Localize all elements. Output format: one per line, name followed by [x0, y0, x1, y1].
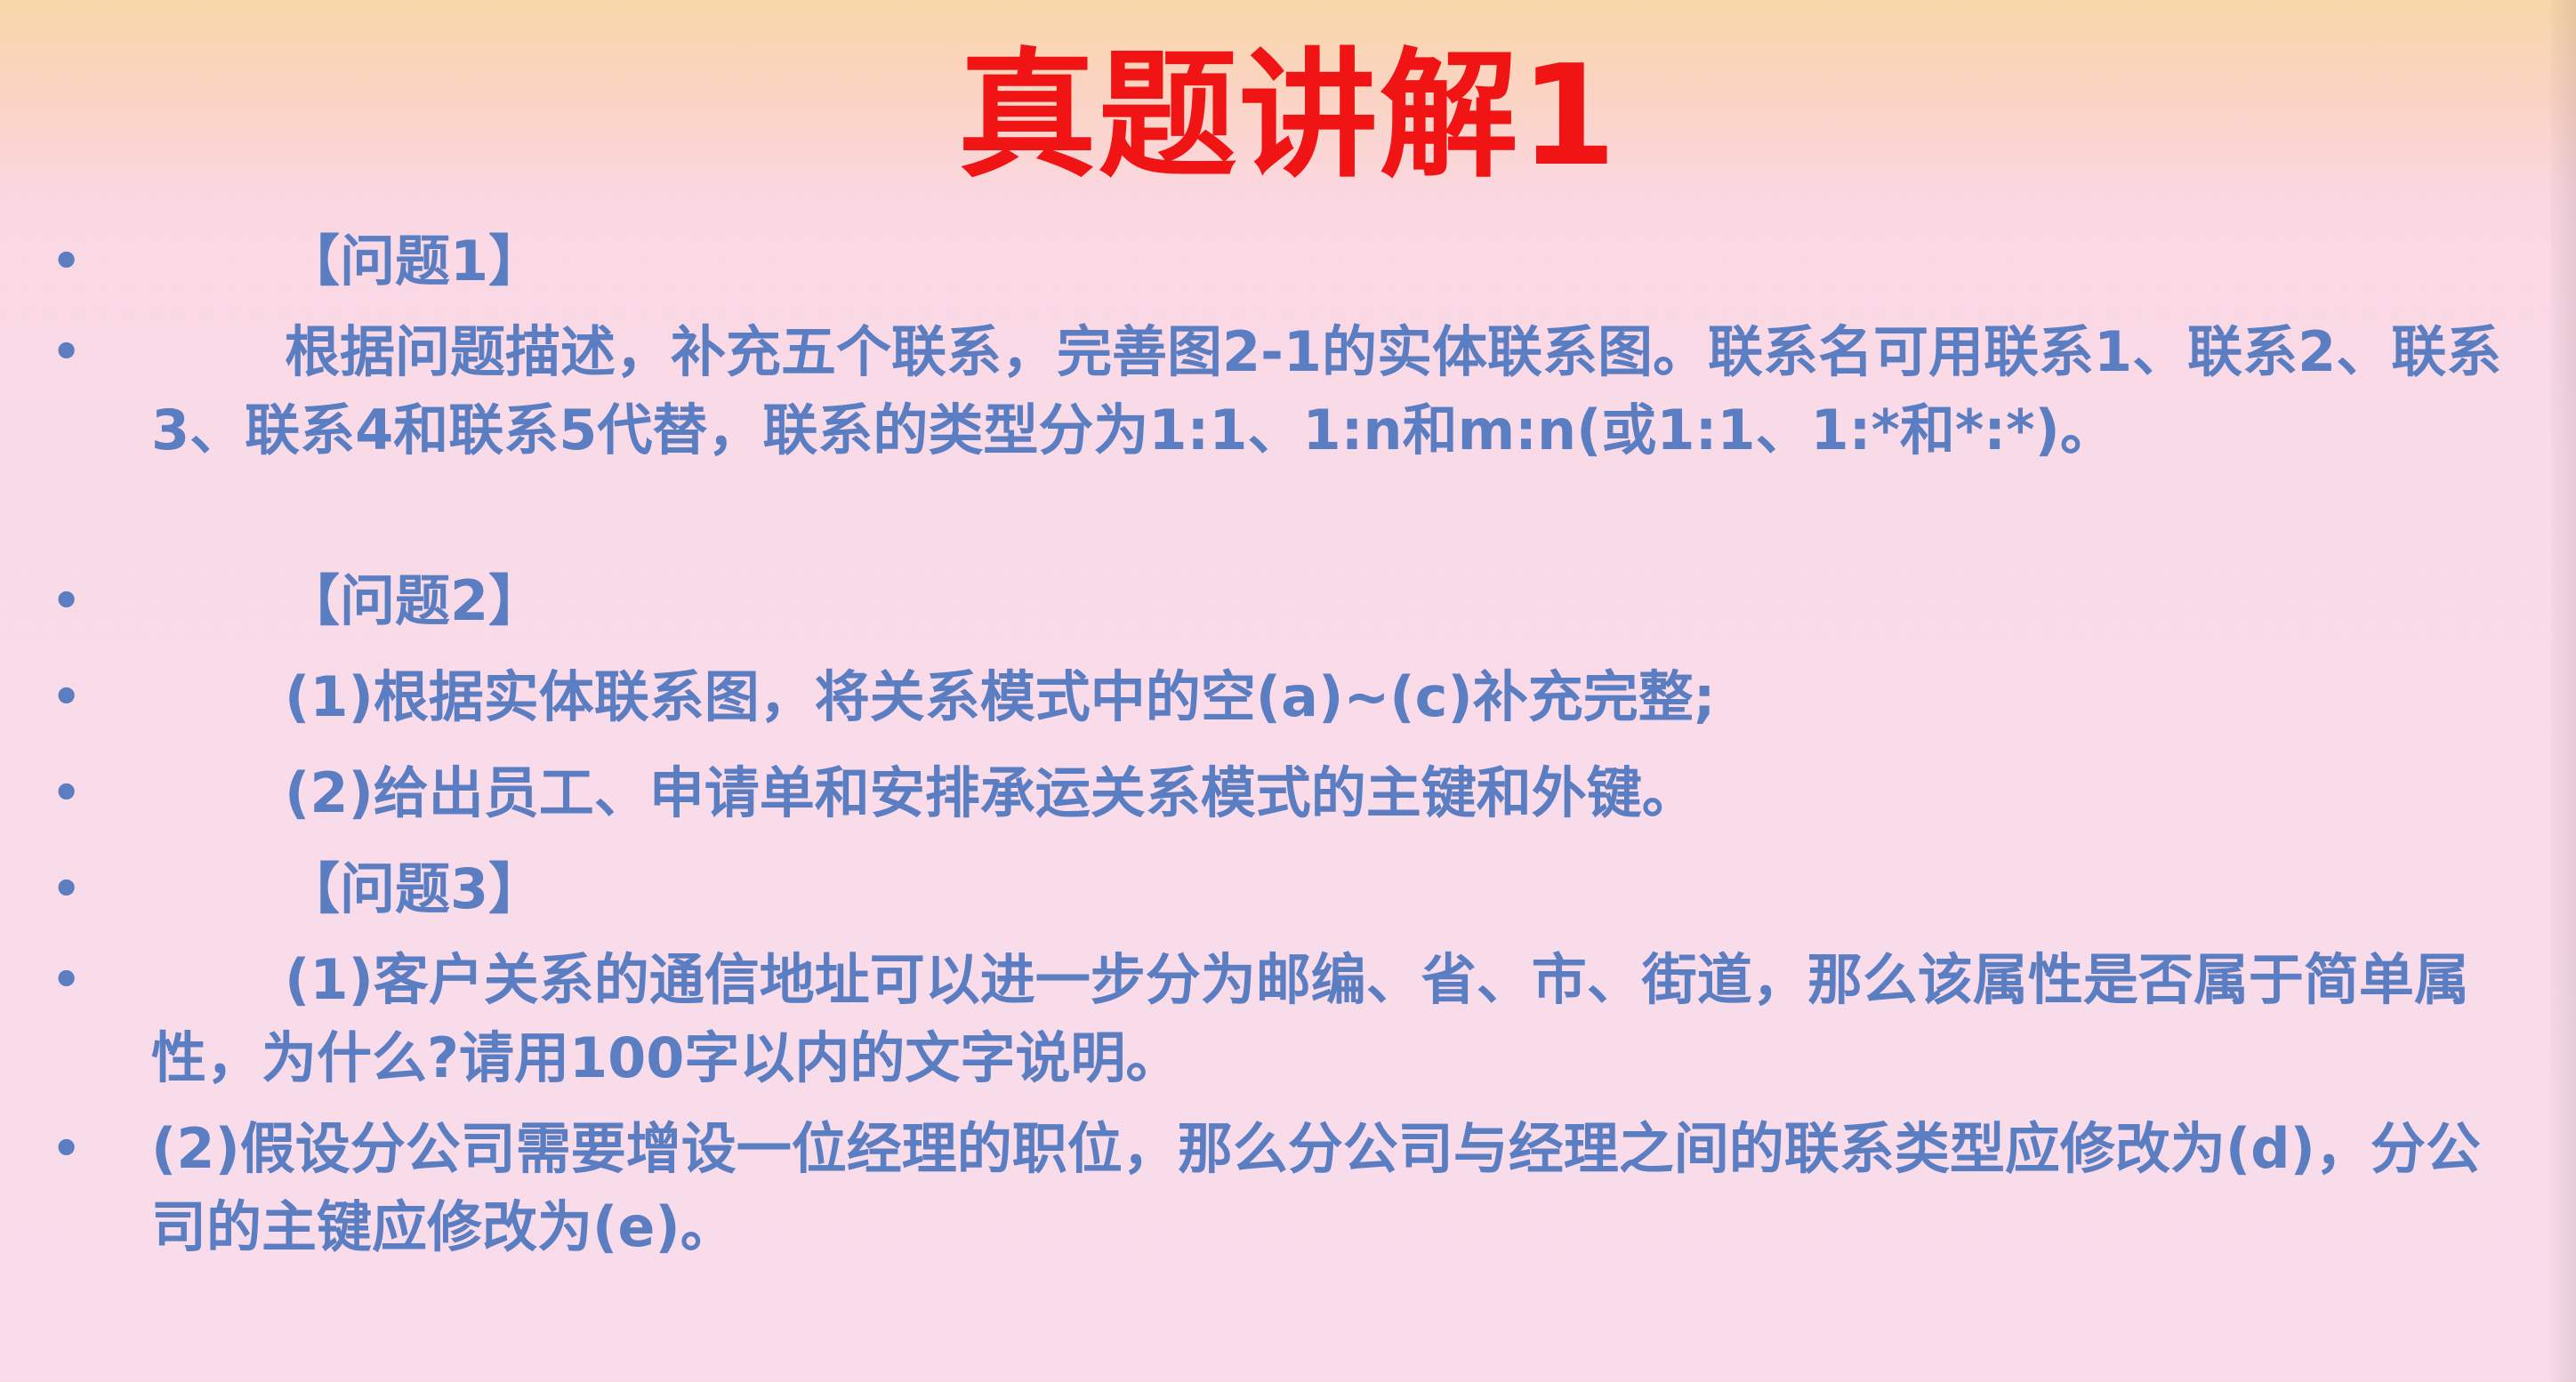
bullet-icon: • [52, 574, 82, 628]
question-text: 根据问题描述，补充五个联系，完善图2-1的实体联系图。联系名可用联系1、联系2、… [151, 319, 2502, 462]
bullet-icon: • [52, 235, 82, 288]
bullet-icon: • [52, 953, 82, 1007]
question-text: (2)假设分公司需要增设一位经理的职位，那么分公司与经理之间的联系类型应修改为(… [151, 1116, 2481, 1259]
question-text: (1)客户关系的通信地址可以进一步分为邮编、省、市、街道，那么该属性是否属于简单… [151, 947, 2469, 1090]
right-edge-strip [2551, 0, 2576, 1382]
slide-title: 真题讲解1 [957, 35, 1619, 197]
question-heading-2: 【问题2】 [285, 568, 544, 633]
bullet-icon: • [52, 767, 82, 820]
question-heading-3: 【问题3】 [285, 856, 544, 921]
bullet-icon: • [52, 325, 82, 379]
bullet-icon: • [52, 1122, 82, 1176]
slide: 真题讲解1 • 【问题1】 • 根据问题描述，补充五个联系，完善图2-1的实体联… [0, 0, 2576, 1382]
question-heading-1: 【问题1】 [285, 229, 544, 293]
question-text: (1)根据实体联系图，将关系模式中的空(a)~(c)补充完整; [285, 664, 1716, 729]
bullet-icon: • [52, 863, 82, 916]
bullet-icon: • [52, 671, 82, 724]
question-text: (2)给出员工、申请单和安排承运关系模式的主键和外键。 [285, 760, 1697, 825]
